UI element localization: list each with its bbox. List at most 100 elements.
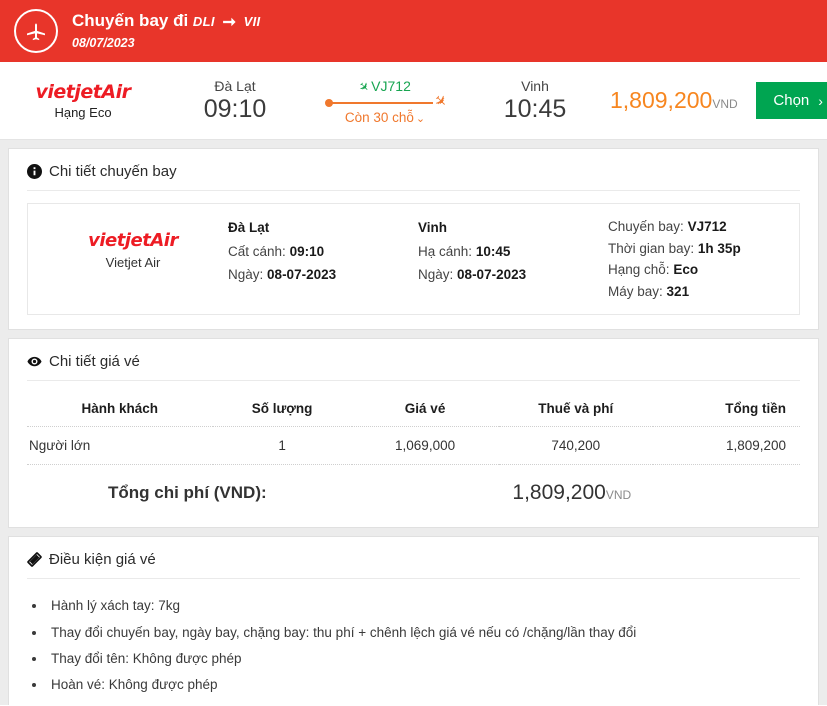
arrival-time-label: Hạ cánh: [418,244,472,259]
info-label: Hạng chỗ: [608,262,670,277]
fare-details-card: Chi tiết giá vé Hành khách Số lượng Giá … [8,338,819,528]
vietjet-logo-suffix: Air [101,81,130,103]
list-item: Thay đổi tên: Không được phép [47,646,800,672]
flight-date: 08/07/2023 [72,36,260,52]
vietjet-logo-main: vietjet [88,230,150,251]
info-row: Chuyến bay: VJ712 [608,216,741,238]
departure-date-value: 08-07-2023 [267,267,336,282]
vietjet-logo-main: vietjet [36,81,102,103]
fare-conditions-card: Điều kiện giá vé Hành lý xách tay: 7kg T… [8,536,819,705]
price-block: 1,809,200VND [610,87,756,114]
vietjet-logo-suffix: Air [150,230,177,251]
column-header-passenger: Hành khách [27,389,213,427]
flight-details-title-text: Chi tiết chuyến bay [49,163,177,180]
departure-block: Đà Lạt 09:10 [160,78,310,124]
summary-price: 1,809,200 [610,87,712,113]
vietjet-logo: vietjetAir [38,230,228,251]
cell-passenger: Người lớn [27,427,213,465]
departure-city: Đà Lạt [160,78,310,94]
flight-details-departure: Đà Lạt Cất cánh: 09:10 Ngày: 08-07-2023 [228,216,418,287]
arrival-date-value: 08-07-2023 [457,267,526,282]
flight-details-box: vietjetAir Vietjet Air Đà Lạt Cất cánh: … [27,203,800,315]
eye-icon [27,354,42,369]
grand-total-label: Tổng chi phí (VND): [27,465,352,514]
info-value: Eco [673,262,698,277]
fare-table: Hành khách Số lượng Giá vé Thuế và phí T… [27,389,800,513]
route-bar [329,102,433,104]
ticket-tag-icon [27,552,42,567]
arrival-time-row: Hạ cánh: 10:45 [418,240,608,264]
fare-conditions-title-text: Điều kiện giá vé [49,551,156,568]
departure-time: 09:10 [160,95,310,124]
cell-taxes: 740,200 [499,427,654,465]
grand-total-value-cell: 1,809,200VND [352,465,800,514]
info-label: Máy bay: [608,284,663,299]
departure-city: Đà Lạt [228,216,418,240]
column-header-quantity: Số lượng [213,389,352,427]
airline-name: Vietjet Air [38,255,228,270]
departure-time-label: Cất cánh: [228,244,286,259]
fare-conditions-title: Điều kiện giá vé [27,551,800,579]
fare-details-title: Chi tiết giá vé [27,353,800,381]
info-label: Thời gian bay: [608,241,694,256]
page-body: Chi tiết chuyến bay vietjetAir Vietjet A… [0,140,827,705]
chevron-down-icon: ⌄ [416,113,425,125]
select-flight-button[interactable]: Chọn › [756,82,827,119]
arrival-time: 10:45 [460,95,610,124]
select-flight-label: Chọn [773,92,809,109]
route-block[interactable]: ✈VJ712 ✈ Còn 30 chỗ⌄ [310,76,460,125]
cabin-class-label: Hạng Eco [6,105,160,120]
flight-number-label: ✈VJ712 [310,78,460,94]
cell-total: 1,809,200 [653,427,800,465]
header-title-prefix: Chuyến bay đi [72,11,188,30]
flight-number: VJ712 [371,78,411,94]
flight-details-airline: vietjetAir Vietjet Air [38,216,228,270]
arrow-icon: ➞ [223,13,236,33]
vietjet-logo: vietjetAir [6,81,160,103]
flight-details-card: Chi tiết chuyến bay vietjetAir Vietjet A… [8,148,819,330]
departure-date-label: Ngày: [228,267,263,282]
info-value: 321 [667,284,690,299]
arrival-block: Vinh 10:45 [460,78,610,124]
cell-quantity: 1 [213,427,352,465]
airline-block: vietjetAir Hạng Eco [0,81,160,120]
arrival-time-value: 10:45 [476,244,511,259]
seats-left-toggle[interactable]: Còn 30 chỗ⌄ [310,110,460,125]
arrival-city: Vinh [460,78,610,94]
column-header-total: Tổng tiền [653,389,800,427]
column-header-fare: Giá vé [352,389,499,427]
info-label: Chuyến bay: [608,219,684,234]
arrival-date-row: Ngày: 08-07-2023 [418,263,608,287]
fare-details-title-text: Chi tiết giá vé [49,353,140,370]
list-item: Thay đổi chuyến bay, ngày bay, chặng bay… [47,620,800,646]
flight-details-arrival: Vinh Hạ cánh: 10:45 Ngày: 08-07-2023 [418,216,608,287]
summary-price-currency: VND [712,97,737,111]
destination-code: VII [244,14,261,29]
arrival-city: Vinh [418,216,608,240]
route-line-graphic: ✈ [325,96,445,110]
origin-code: DLI [193,14,215,29]
info-value: 1h 35p [698,241,741,256]
list-item: Hành lý xách tay: 7kg [47,593,800,619]
flight-details-title: Chi tiết chuyến bay [27,163,800,191]
chevron-right-icon: › [818,93,823,109]
departure-date-row: Ngày: 08-07-2023 [228,263,418,287]
flight-summary-row[interactable]: vietjetAir Hạng Eco Đà Lạt 09:10 ✈VJ712 … [0,62,827,140]
cell-fare: 1,069,000 [352,427,499,465]
info-row: Máy bay: 321 [608,281,741,303]
flight-details-info: Chuyến bay: VJ712 Thời gian bay: 1h 35p … [608,216,741,302]
total-row: Tổng chi phí (VND): 1,809,200VND [27,465,800,514]
grand-total-value: 1,809,200 [512,481,605,504]
info-row: Thời gian bay: 1h 35p [608,238,741,260]
grand-total-currency: VND [606,488,631,502]
arrival-date-label: Ngày: [418,267,453,282]
departure-time-value: 09:10 [290,244,325,259]
page-header: Chuyến bay đi DLI ➞ VII 08/07/2023 [0,0,827,62]
route-plane-icon: ✈ [431,92,451,112]
info-value: VJ712 [688,219,727,234]
seats-left-label: Còn 30 chỗ [345,110,414,125]
list-item: Hoàn vé: Không được phép [47,672,800,698]
info-circle-icon [27,164,42,179]
departure-time-row: Cất cánh: 09:10 [228,240,418,264]
airplane-icon [14,9,58,53]
